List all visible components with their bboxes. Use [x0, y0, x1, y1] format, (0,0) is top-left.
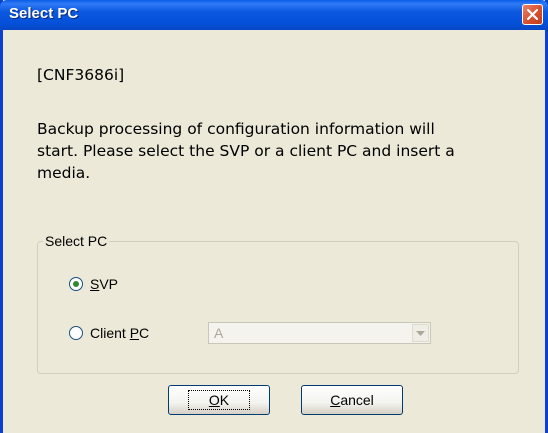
- dialog-title: Select PC: [9, 5, 79, 22]
- message-body: Backup processing of configuration infor…: [37, 120, 455, 182]
- client-pc-select-dropdown-button[interactable]: [412, 324, 429, 342]
- close-button[interactable]: [522, 4, 543, 25]
- cancel-button[interactable]: Cancel: [301, 385, 403, 415]
- message-code: [CNF3686i]: [37, 66, 125, 84]
- svp-radio-label: SVP: [90, 276, 119, 292]
- client-pc-radio-option[interactable]: Client PC: [69, 325, 149, 341]
- client-pc-select[interactable]: A: [208, 322, 431, 344]
- client-pc-radio-button[interactable]: [69, 326, 83, 340]
- svp-radio-button[interactable]: [69, 277, 83, 291]
- title-bar[interactable]: Select PC: [0, 0, 548, 30]
- ok-button-label: OK: [187, 390, 251, 410]
- svp-radio-option[interactable]: SVP: [69, 276, 118, 292]
- close-icon: [527, 9, 538, 20]
- dialog-window: Select PC [CNF3686i] Backup processing o…: [0, 0, 548, 433]
- client-pc-select-value: A: [214, 325, 224, 341]
- groupbox-legend: Select PC: [43, 233, 110, 249]
- ok-button[interactable]: OK: [168, 385, 270, 415]
- select-pc-groupbox: Select PC: [37, 233, 519, 374]
- chevron-down-icon: [416, 331, 425, 336]
- client-pc-radio-label: Client PC: [90, 325, 150, 341]
- cancel-button-label: Cancel: [330, 392, 374, 408]
